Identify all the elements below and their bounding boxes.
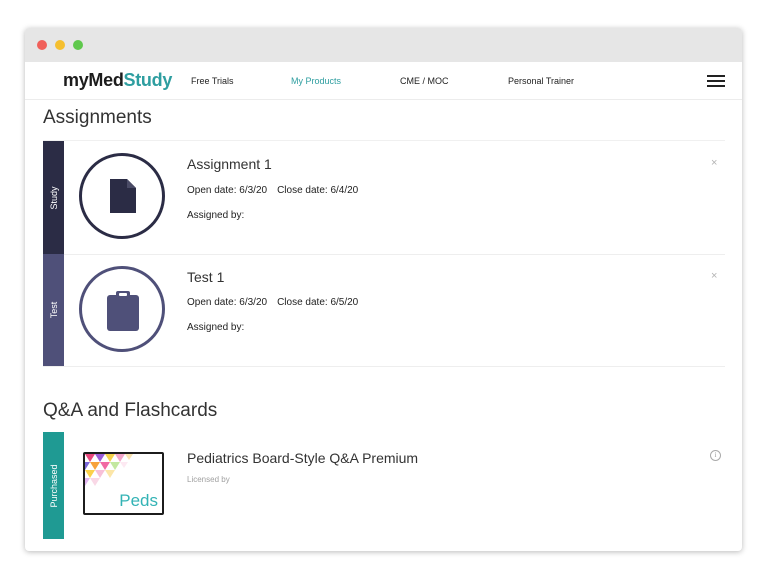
assignment-card[interactable]: Test Test 1 Open date: 6/3/20 Close date:… [43,254,725,367]
logo-part-study: Study [123,70,173,90]
licensed-by: Licensed by [187,475,230,484]
nav-my-products[interactable]: My Products [291,76,341,86]
nav-cme-moc[interactable]: CME / MOC [400,76,449,86]
assigned-by: Assigned by: [187,210,245,221]
close-date: Close date: 6/5/20 [277,297,359,308]
assignment-dates: Open date: 6/3/20 Close date: 6/4/20 [187,185,358,196]
logo-part-my: my [63,70,89,90]
assigned-by: Assigned by: [187,322,245,333]
open-date: Open date: 6/3/20 [187,297,268,308]
browser-window: myMedStudy Free Trials My Products CME /… [25,28,742,551]
study-tag: Study [43,141,64,254]
test-dates: Open date: 6/3/20 Close date: 6/5/20 [187,297,358,308]
test-tag-label: Test [48,301,59,319]
assignment-card[interactable]: Study Assignment 1 Open date: 6/3/20 Clos… [43,140,725,255]
document-icon [79,153,165,239]
assignment-title[interactable]: Assignment 1 [187,156,272,172]
top-navbar: myMedStudy Free Trials My Products CME /… [25,62,742,100]
hamburger-menu-icon[interactable] [707,75,725,87]
dismiss-icon[interactable]: × [711,270,717,282]
info-icon[interactable]: i [710,450,721,461]
nav-free-trials[interactable]: Free Trials [191,76,234,86]
product-title[interactable]: Pediatrics Board-Style Q&A Premium [187,450,418,466]
nav-personal-trainer[interactable]: Personal Trainer [508,76,574,86]
assignments-heading: Assignments [43,107,152,128]
purchased-tag: Purchased [43,432,64,539]
qa-flashcards-heading: Q&A and Flashcards [43,400,218,421]
dismiss-icon[interactable]: × [711,157,717,169]
peds-thumbnail[interactable]: Peds [83,452,164,515]
maximize-window-button[interactable] [73,40,83,50]
open-date: Open date: 6/3/20 [187,185,268,196]
clipboard-icon [79,266,165,352]
product-card[interactable]: Purchased Peds Pediatrics Board-Style Q&… [43,432,725,539]
peds-thumb-label: Peds [119,491,158,510]
study-tag-label: Study [48,185,59,210]
test-title[interactable]: Test 1 [187,269,224,285]
close-date: Close date: 6/4/20 [277,185,359,196]
logo-part-med: Med [88,70,124,90]
close-window-button[interactable] [37,40,47,50]
logo[interactable]: myMedStudy [63,70,172,91]
test-tag: Test [43,254,64,366]
purchased-tag-label: Purchased [48,463,59,508]
title-bar [25,28,742,62]
minimize-window-button[interactable] [55,40,65,50]
